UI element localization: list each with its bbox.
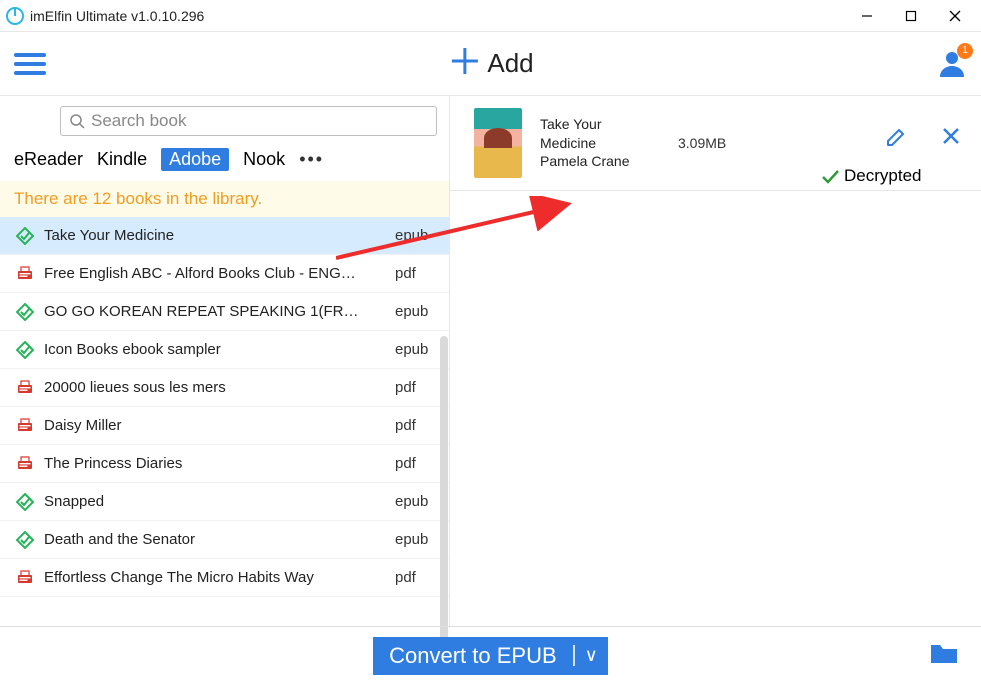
book-cover	[474, 108, 522, 178]
scrollbar-thumb[interactable]	[440, 336, 448, 656]
title-bar: imElfin Ultimate v1.0.10.296	[0, 0, 981, 32]
book-row[interactable]: Free English ABC - Alford Books Club - E…	[0, 255, 449, 293]
epub-icon	[16, 303, 34, 321]
book-row[interactable]: The Princess Diaries pdf	[0, 445, 449, 483]
detail-title: Take Your Medicine	[540, 115, 660, 153]
add-button[interactable]: Add	[447, 44, 533, 83]
book-title: Snapped	[44, 493, 385, 510]
book-row[interactable]: Snapped epub	[0, 483, 449, 521]
app-logo-icon	[6, 7, 24, 25]
search-box[interactable]	[60, 106, 437, 136]
search-row	[0, 96, 449, 144]
book-title: 20000 lieues sous les mers	[44, 379, 385, 396]
user-account-button[interactable]: 1	[935, 47, 969, 81]
add-label: Add	[487, 48, 533, 79]
detail-actions	[885, 126, 961, 161]
book-row[interactable]: GO GO KOREAN REPEAT SPEAKING 1(FR… epub	[0, 293, 449, 331]
book-format: pdf	[395, 569, 433, 586]
pdf-icon	[16, 379, 34, 397]
epub-icon	[16, 227, 34, 245]
decrypted-status: Decrypted	[820, 166, 921, 186]
menu-icon[interactable]	[12, 46, 48, 82]
convert-dropdown-icon[interactable]: ∨	[573, 645, 608, 666]
window-title: imElfin Ultimate v1.0.10.296	[30, 8, 204, 24]
tab-adobe[interactable]: Adobe	[161, 148, 229, 171]
book-format: pdf	[395, 417, 433, 434]
notification-badge: 1	[957, 43, 973, 59]
pdf-icon	[16, 455, 34, 473]
close-button[interactable]	[933, 0, 977, 32]
top-toolbar: Add 1	[0, 32, 981, 96]
book-title: Take Your Medicine	[44, 227, 385, 244]
left-panel: eReader Kindle Adobe Nook ••• There are …	[0, 96, 450, 626]
book-info: Take Your Medicine Pamela Crane	[540, 115, 660, 172]
remove-icon[interactable]	[941, 126, 961, 153]
epub-icon	[16, 493, 34, 511]
plus-icon	[447, 44, 481, 83]
book-format: epub	[395, 341, 433, 358]
source-tabs: eReader Kindle Adobe Nook •••	[0, 144, 449, 181]
output-folder-button[interactable]	[929, 641, 959, 672]
book-format: epub	[395, 531, 433, 548]
window-controls	[845, 0, 977, 32]
book-title: The Princess Diaries	[44, 455, 385, 472]
book-format: pdf	[395, 455, 433, 472]
book-row[interactable]: Effortless Change The Micro Habits Way pd…	[0, 559, 449, 597]
tab-ereader[interactable]: eReader	[14, 149, 83, 170]
tab-nook[interactable]: Nook	[243, 149, 285, 170]
convert-button[interactable]: Convert to EPUB ∨	[373, 637, 608, 675]
epub-icon	[16, 341, 34, 359]
edit-icon[interactable]	[885, 126, 907, 153]
detail-size: 3.09MB	[678, 135, 726, 151]
book-title: Effortless Change The Micro Habits Way	[44, 569, 385, 586]
detail-author: Pamela Crane	[540, 152, 660, 171]
convert-label: Convert to EPUB	[373, 643, 573, 669]
status-text: Decrypted	[844, 166, 921, 186]
book-list[interactable]: Take Your Medicine epub Free English ABC -…	[0, 217, 449, 626]
book-format: pdf	[395, 379, 433, 396]
tab-more-icon[interactable]: •••	[299, 149, 324, 170]
book-format: epub	[395, 227, 433, 244]
book-row[interactable]: 20000 lieues sous les mers pdf	[0, 369, 449, 407]
minimize-button[interactable]	[845, 0, 889, 32]
check-icon	[820, 166, 840, 186]
book-title: Death and the Senator	[44, 531, 385, 548]
maximize-button[interactable]	[889, 0, 933, 32]
search-input[interactable]	[91, 111, 428, 131]
book-title: Free English ABC - Alford Books Club - E…	[44, 265, 385, 282]
book-format: pdf	[395, 265, 433, 282]
pdf-icon	[16, 417, 34, 435]
book-row[interactable]: Take Your Medicine epub	[0, 217, 449, 255]
pdf-icon	[16, 265, 34, 283]
book-title: GO GO KOREAN REPEAT SPEAKING 1(FR…	[44, 303, 385, 320]
book-format: epub	[395, 493, 433, 510]
library-notice: There are 12 books in the library.	[0, 181, 449, 217]
tab-kindle[interactable]: Kindle	[97, 149, 147, 170]
search-icon	[69, 113, 85, 129]
book-row[interactable]: Icon Books ebook sampler epub	[0, 331, 449, 369]
pdf-icon	[16, 569, 34, 587]
book-row[interactable]: Death and the Senator epub	[0, 521, 449, 559]
book-title: Daisy Miller	[44, 417, 385, 434]
bottom-bar: Convert to EPUB ∨	[0, 626, 981, 684]
epub-icon	[16, 531, 34, 549]
book-row[interactable]: Daisy Miller pdf	[0, 407, 449, 445]
book-format: epub	[395, 303, 433, 320]
book-title: Icon Books ebook sampler	[44, 341, 385, 358]
